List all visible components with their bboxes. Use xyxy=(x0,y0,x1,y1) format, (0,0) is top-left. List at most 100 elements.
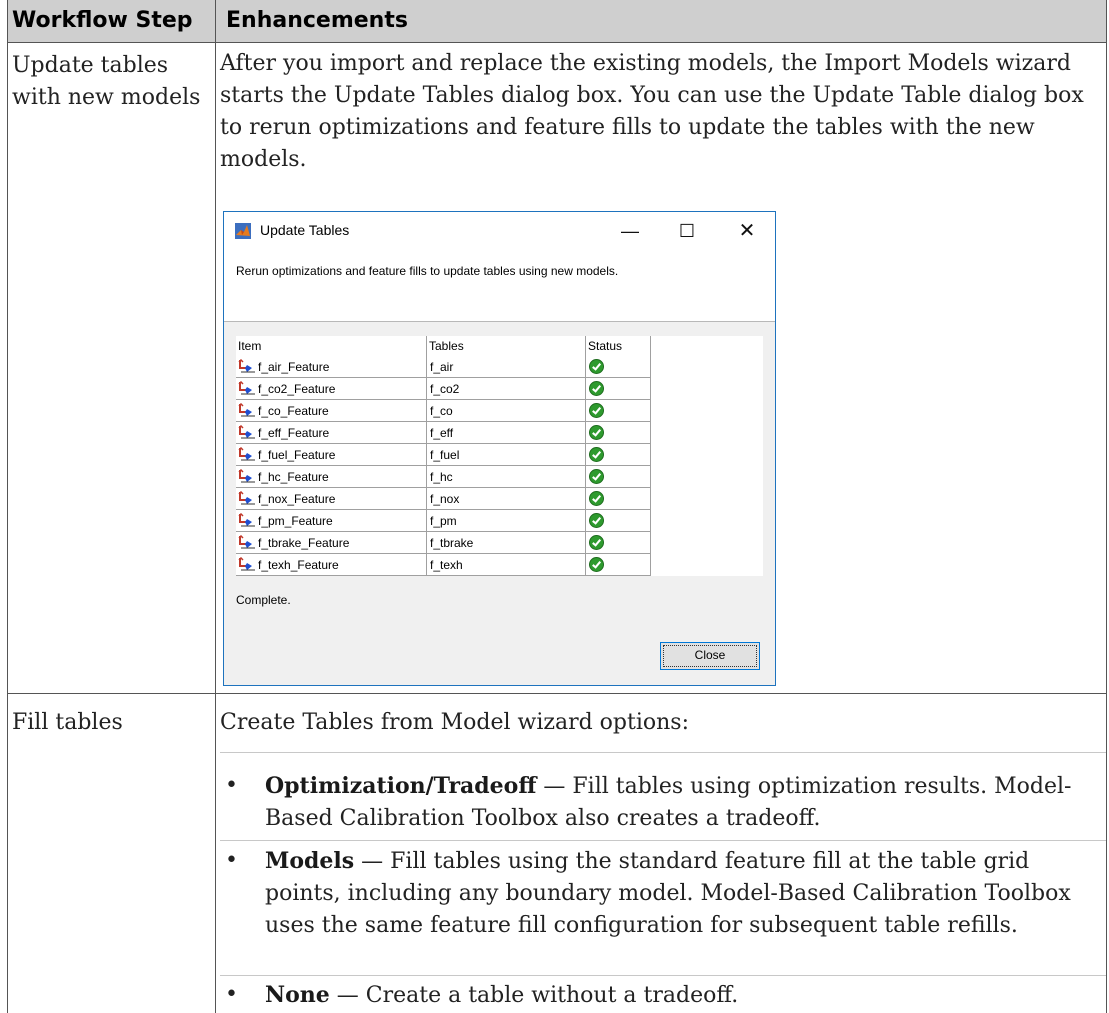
grid-item-label: f_tbrake_Feature xyxy=(258,536,350,550)
grid-cell-item: f_texh_Feature xyxy=(236,554,427,576)
dialog-titlebar: Update Tables — ☐ ✕ xyxy=(224,212,775,250)
grid-row[interactable]: f_nox_Feature f_nox xyxy=(236,488,651,510)
grid-item-label: f_pm_Feature xyxy=(258,514,333,528)
grid-cell-table: f_tbrake xyxy=(427,532,586,554)
grid-cell-status xyxy=(586,488,651,510)
feature-icon xyxy=(238,491,255,505)
check-circle-icon xyxy=(589,491,604,506)
grid-item-label: f_hc_Feature xyxy=(258,470,329,484)
header-enhancements: Enhancements xyxy=(226,8,408,33)
check-circle-icon xyxy=(589,557,604,572)
feature-icon xyxy=(238,513,255,527)
bullet-text: — Fill tables using the standard feature… xyxy=(265,849,1071,938)
column-status[interactable]: Status xyxy=(586,336,651,356)
row1-step: Update tables with new models xyxy=(12,53,201,110)
row2-step: Fill tables xyxy=(12,710,123,735)
matlab-logo-icon xyxy=(235,223,251,239)
check-circle-icon xyxy=(589,447,604,462)
grid-cell-table: f_texh xyxy=(427,554,586,576)
grid-cell-status xyxy=(586,422,651,444)
grid-row[interactable]: f_air_Feature f_air xyxy=(236,356,651,378)
bullet-keyword: Optimization/Tradeoff xyxy=(265,773,537,799)
grid-item-label: f_co_Feature xyxy=(258,404,329,418)
grid-row[interactable]: f_tbrake_Feature f_tbrake xyxy=(236,532,651,554)
feature-icon xyxy=(238,557,255,571)
maximize-button[interactable]: ☐ xyxy=(672,218,702,244)
grid-row[interactable]: f_pm_Feature f_pm xyxy=(236,510,651,532)
bullet-separator xyxy=(220,840,1106,841)
row1-description: After you import and replace the existin… xyxy=(220,51,1084,172)
grid-item-label: f_nox_Feature xyxy=(258,492,336,506)
table-header: Workflow Step Enhancements xyxy=(8,0,1106,43)
grid-item-label: f_texh_Feature xyxy=(258,558,339,572)
grid-cell-table: f_fuel xyxy=(427,444,586,466)
feature-icon xyxy=(238,403,255,417)
grid-cell-status xyxy=(586,466,651,488)
row2-description: Create Tables from Model wizard options: xyxy=(220,710,689,735)
feature-icon xyxy=(238,381,255,395)
grid-item-label: f_air_Feature xyxy=(258,360,330,374)
results-grid: Item Tables Status f_air_Feature f_air f_c… xyxy=(236,336,763,576)
feature-icon xyxy=(238,535,255,549)
grid-item-label: f_co2_Feature xyxy=(258,382,336,396)
grid-cell-item: f_co_Feature xyxy=(236,400,427,422)
grid-cell-table: f_hc xyxy=(427,466,586,488)
grid-cell-status xyxy=(586,510,651,532)
grid-cell-table: f_eff xyxy=(427,422,586,444)
column-item[interactable]: Item xyxy=(236,336,427,356)
update-tables-dialog: Update Tables — ☐ ✕ Rerun optimizations … xyxy=(223,211,776,686)
grid-cell-item: f_air_Feature xyxy=(236,356,427,378)
dialog-message: Rerun optimizations and feature fills to… xyxy=(236,264,619,278)
close-button[interactable]: Close xyxy=(660,642,760,670)
grid-cell-item: f_nox_Feature xyxy=(236,488,427,510)
feature-icon xyxy=(238,425,255,439)
grid-cell-status xyxy=(586,356,651,378)
grid-cell-status xyxy=(586,532,651,554)
grid-item-label: f_fuel_Feature xyxy=(258,448,336,462)
check-circle-icon xyxy=(589,513,604,528)
bullet-separator xyxy=(220,975,1106,976)
grid-cell-table: f_air xyxy=(427,356,586,378)
column-tables[interactable]: Tables xyxy=(427,336,586,356)
grid-header: Item Tables Status xyxy=(236,336,763,356)
grid-cell-status xyxy=(586,378,651,400)
check-circle-icon xyxy=(589,425,604,440)
grid-row[interactable]: f_texh_Feature f_texh xyxy=(236,554,651,576)
feature-icon xyxy=(238,359,255,373)
close-window-button[interactable]: ✕ xyxy=(732,218,762,244)
grid-cell-status xyxy=(586,554,651,576)
grid-row[interactable]: f_co2_Feature f_co2 xyxy=(236,378,651,400)
header-workflow-step: Workflow Step xyxy=(12,8,193,33)
grid-cell-item: f_fuel_Feature xyxy=(236,444,427,466)
feature-icon xyxy=(238,447,255,461)
row-divider xyxy=(8,693,1106,694)
bullet-keyword: Models xyxy=(265,848,355,874)
dialog-message-area: Rerun optimizations and feature fills to… xyxy=(224,250,775,322)
check-circle-icon xyxy=(589,469,604,484)
grid-cell-item: f_co2_Feature xyxy=(236,378,427,400)
minimize-button[interactable]: — xyxy=(615,218,645,244)
grid-cell-table: f_pm xyxy=(427,510,586,532)
grid-cell-status xyxy=(586,400,651,422)
check-circle-icon xyxy=(589,359,604,374)
bullet-separator xyxy=(220,752,1106,753)
grid-cell-item: f_hc_Feature xyxy=(236,466,427,488)
check-circle-icon xyxy=(589,535,604,550)
grid-cell-table: f_co xyxy=(427,400,586,422)
grid-cell-item: f_tbrake_Feature xyxy=(236,532,427,554)
check-circle-icon xyxy=(589,403,604,418)
grid-row[interactable]: f_fuel_Feature f_fuel xyxy=(236,444,651,466)
grid-cell-item: f_pm_Feature xyxy=(236,510,427,532)
grid-row[interactable]: f_hc_Feature f_hc xyxy=(236,466,651,488)
grid-cell-table: f_nox xyxy=(427,488,586,510)
grid-row[interactable]: f_eff_Feature f_eff xyxy=(236,422,651,444)
column-divider xyxy=(215,0,216,1013)
check-circle-icon xyxy=(589,381,604,396)
bullet-text: — Create a table without a tradeoff. xyxy=(329,983,739,1008)
grid-cell-status xyxy=(586,444,651,466)
dialog-status-text: Complete. xyxy=(236,593,291,607)
grid-cell-table: f_co2 xyxy=(427,378,586,400)
grid-cell-item: f_eff_Feature xyxy=(236,422,427,444)
grid-row[interactable]: f_co_Feature f_co xyxy=(236,400,651,422)
bullet-keyword: None xyxy=(265,982,330,1008)
